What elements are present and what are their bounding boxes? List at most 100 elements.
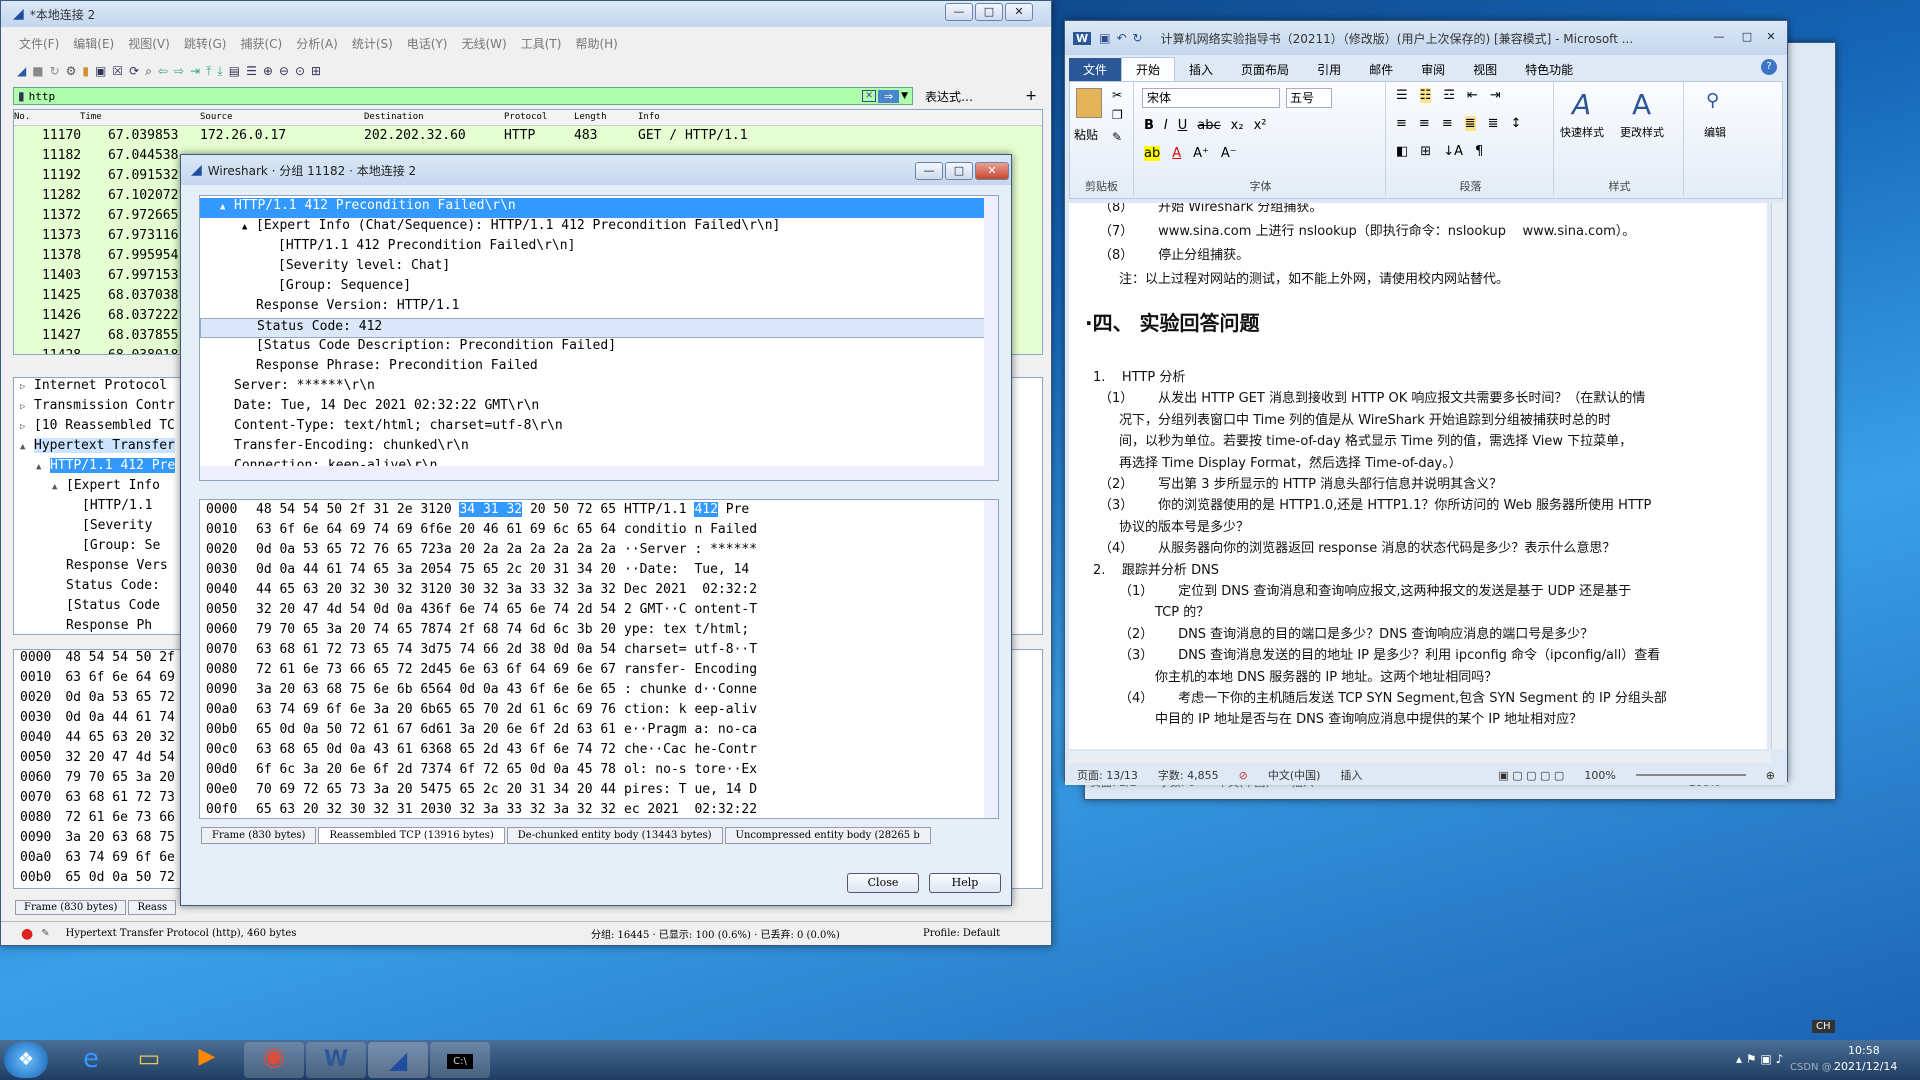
back-icon[interactable]: ⇦: [158, 64, 168, 78]
ribbon-tab[interactable]: 特色功能: [1511, 58, 1587, 81]
shading-icon[interactable]: ◧: [1396, 144, 1408, 159]
dialog-hex-row[interactable]: 0010 63 6f 6e 64 69 74 69 6f 6e 20 46 61 6…: [200, 522, 998, 542]
tree-toggle-icon[interactable]: ▷: [20, 402, 34, 412]
menu-item[interactable]: 视图(V): [128, 35, 170, 52]
dialog-hex-row[interactable]: 0030 0d 0a 44 61 74 65 3a 20 54 75 65 2c 2…: [200, 562, 998, 582]
menu-item[interactable]: 帮助(H): [575, 35, 617, 52]
ribbon-tab[interactable]: 文件: [1069, 58, 1122, 81]
dialog-hex-row[interactable]: 00a0 63 74 69 6f 6e 3a 20 6b 65 65 70 2d 6…: [200, 702, 998, 722]
zoom-in-icon[interactable]: ⊕: [1766, 769, 1775, 782]
question-line[interactable]: 2. 跟踪并分析 DNS: [1093, 560, 1219, 581]
dialog-hex-row[interactable]: 0060 79 70 65 3a 20 74 65 78 74 2f 68 74 6…: [200, 622, 998, 642]
start-capture-icon[interactable]: ◢: [17, 64, 26, 78]
dialog-close-x-button[interactable]: ✕: [975, 162, 1009, 180]
autoscroll-icon[interactable]: ▤: [229, 64, 240, 78]
column-header[interactable]: Destination: [364, 112, 424, 122]
question-line[interactable]: （3） DNS 查询消息发送的目的地址 IP 是多少？利用 ipconfig 命…: [1119, 645, 1660, 666]
word-close-button[interactable]: ✕: [1759, 29, 1783, 47]
media-player-icon[interactable]: ▶: [184, 1044, 230, 1076]
zoom-slider[interactable]: [1635, 774, 1746, 776]
dialog-tree-row[interactable]: [Status Code Description: Precondition F…: [200, 338, 998, 358]
notify-icons[interactable]: ▴ ⚑ ▣ ♪: [1736, 1052, 1783, 1066]
superscript-icon[interactable]: x²: [1254, 118, 1267, 133]
align-center-icon[interactable]: ≡: [1419, 116, 1430, 131]
line-spacing-icon[interactable]: ↕: [1511, 116, 1522, 131]
shrink-font-icon[interactable]: A⁻: [1221, 146, 1237, 161]
close-button[interactable]: ✕: [1005, 3, 1033, 21]
font-name-select[interactable]: 宋体: [1142, 88, 1280, 108]
zoom-out-icon[interactable]: ⊖: [279, 64, 289, 78]
ribbon-tab[interactable]: 页面布局: [1227, 58, 1303, 81]
tree-toggle-icon[interactable]: ▷: [20, 382, 34, 392]
question-line[interactable]: 你主机的本地 DNS 服务器的 IP 地址。这两个地址相同吗？: [1155, 667, 1497, 688]
dialog-tree-row[interactable]: Content-Type: text/html; charset=utf-8\r…: [200, 418, 998, 438]
last-icon[interactable]: ⤓: [217, 64, 222, 79]
filter-dropdown-icon[interactable]: ▼: [901, 91, 908, 101]
question-line[interactable]: （1） 定位到 DNS 查询消息和查询响应报文,这两种报文的发送是基于 UDP …: [1119, 581, 1631, 602]
dialog-tree-row[interactable]: Response Version: HTTP/1.1: [200, 298, 998, 318]
bullets-icon[interactable]: ☰: [1396, 88, 1408, 103]
dialog-hex-row[interactable]: 00e0 70 69 72 65 73 3a 20 54 75 65 2c 20 3…: [200, 782, 998, 802]
colorize-icon[interactable]: ☰: [246, 64, 257, 78]
question-line[interactable]: （1） 从发出 HTTP GET 消息到接收到 HTTP OK 响应报文共需要多…: [1099, 388, 1645, 409]
question-line[interactable]: 中目的 IP 地址是否与在 DNS 查询响应消息中提供的某个 IP 地址相对应？: [1155, 709, 1582, 730]
doc-vscrollbar[interactable]: [1771, 203, 1785, 749]
word-taskbar-icon[interactable]: W: [306, 1042, 366, 1078]
table-row[interactable]: 11170 67.039853 172.26.0.17 202.202.32.60 HT…: [14, 126, 1042, 146]
column-header[interactable]: Protocol: [504, 112, 547, 122]
explorer-icon[interactable]: ▭: [126, 1044, 172, 1076]
find-icon[interactable]: ⌕: [145, 64, 152, 79]
column-header[interactable]: Length: [574, 112, 607, 122]
zoom-in-icon[interactable]: ⊕: [263, 64, 273, 78]
document-line[interactable]: （8） 开始 Wireshark 分组捕获。: [1099, 203, 1322, 218]
resize-columns-icon[interactable]: ⊞: [311, 64, 321, 78]
ribbon-tab[interactable]: 视图: [1459, 58, 1511, 81]
forward-icon[interactable]: ⇨: [174, 64, 184, 78]
align-right-icon[interactable]: ≡: [1442, 116, 1453, 131]
dialog-hex-row[interactable]: 00f0 65 63 20 32 30 32 31 20 30 32 3a 33 3…: [200, 802, 998, 818]
quick-styles-icon[interactable]: A: [1572, 88, 1591, 121]
tree-toggle-icon[interactable]: ▲: [220, 202, 234, 212]
outdent-icon[interactable]: ⇥: [1490, 88, 1501, 103]
column-header[interactable]: Time: [80, 112, 102, 122]
goto-icon[interactable]: ⇥: [190, 64, 200, 78]
menu-item[interactable]: 分析(A): [296, 35, 338, 52]
question-line[interactable]: （4） 考虑一下你的主机随后发送 TCP SYN Segment,包含 SYN …: [1119, 688, 1667, 709]
question-line[interactable]: （4） 从服务器向你的浏览器返回 response 消息的状态代码是多少？表示什…: [1099, 538, 1615, 559]
question-line[interactable]: （2） DNS 查询消息的目的端口是多少？DNS 查询响应消息的端口号是多少？: [1119, 624, 1593, 645]
dialog-tree-row[interactable]: [Severity level: Chat]: [200, 258, 998, 278]
restart-capture-icon[interactable]: ↻: [50, 64, 60, 78]
dialog-hex-row[interactable]: 0080 72 61 6e 73 66 65 72 2d 45 6e 63 6f 6…: [200, 662, 998, 682]
ribbon-tab[interactable]: 引用: [1303, 58, 1355, 81]
proofing-icon[interactable]: ⊘: [1239, 769, 1248, 782]
quick-styles-label[interactable]: 快速样式: [1560, 124, 1604, 140]
dialog-hex-row[interactable]: 00b0 65 0d 0a 50 72 61 67 6d 61 3a 20 6e 6…: [200, 722, 998, 742]
hex-vscrollbar[interactable]: [984, 500, 998, 818]
question-line[interactable]: 再选择 Time Display Format，然后选择 Time-of-day…: [1119, 453, 1462, 474]
chrome-icon[interactable]: ◉: [244, 1042, 304, 1078]
indent-icon[interactable]: ⇤: [1467, 88, 1478, 103]
help-button[interactable]: Help: [929, 873, 1001, 893]
column-header[interactable]: Source: [200, 112, 233, 122]
show-marks-icon[interactable]: ¶: [1475, 144, 1483, 159]
italic-icon[interactable]: I: [1164, 118, 1168, 133]
reload-icon[interactable]: ⟳: [129, 64, 139, 78]
dialog-hex-row[interactable]: 0020 0d 0a 53 65 72 76 65 72 3a 20 2a 2a 2…: [200, 542, 998, 562]
language[interactable]: 中文(中国): [1268, 767, 1321, 783]
menu-item[interactable]: 工具(T): [521, 35, 562, 52]
dialog-hex-row[interactable]: 0070 63 68 61 72 73 65 74 3d 75 74 66 2d 3…: [200, 642, 998, 662]
ime-indicator[interactable]: CH: [1812, 1020, 1835, 1033]
copy-icon[interactable]: ❐: [1112, 108, 1123, 122]
menu-item[interactable]: 无线(W): [462, 35, 507, 52]
menu-item[interactable]: 跳转(G): [184, 35, 227, 52]
dialog-hex-row[interactable]: 00d0 6f 6c 3a 20 6e 6f 2d 73 74 6f 72 65 0…: [200, 762, 998, 782]
dialog-bytes-tab[interactable]: Frame (830 bytes): [201, 827, 317, 844]
format-painter-icon[interactable]: ✎: [1112, 130, 1122, 144]
dialog-tree-row[interactable]: ▲ HTTP/1.1 412 Precondition Failed\r\n: [200, 198, 998, 218]
column-header[interactable]: Info: [638, 112, 660, 122]
question-line[interactable]: 况下，分组列表窗口中 Time 列的值是从 WireShark 开始追踪到分组被…: [1119, 410, 1611, 431]
maximize-button[interactable]: □: [975, 3, 1003, 21]
word-maximize-button[interactable]: □: [1733, 29, 1761, 47]
question-line[interactable]: 协议的版本号是多少？: [1119, 517, 1249, 538]
apply-filter-icon[interactable]: ⇒: [877, 89, 900, 103]
